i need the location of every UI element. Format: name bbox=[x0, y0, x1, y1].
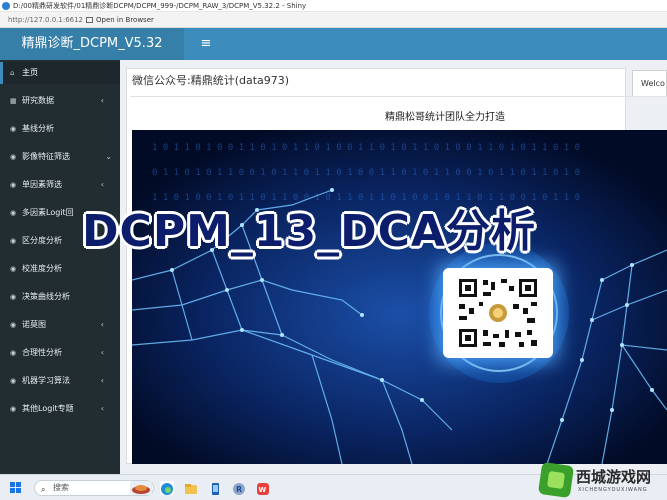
search-icon: ⌕ bbox=[41, 485, 46, 494]
window-titlebar: D:/00精鼎研发软件/01精鼎诊断DCPM/DCPM_999-/DCPM_RA… bbox=[0, 0, 667, 12]
weather-icon[interactable] bbox=[130, 481, 152, 495]
banner-title: DCPM_13_DCA分析 bbox=[82, 206, 536, 257]
windows-start-icon[interactable] bbox=[10, 482, 22, 494]
eye-icon: ◉ bbox=[10, 405, 17, 413]
sidebar-item-label: 单因素筛选 bbox=[22, 180, 62, 189]
eye-icon: ◉ bbox=[10, 349, 17, 357]
svg-text:1 0 1 1 0 1 0 0 1 1 0 1 0 1 1: 1 0 1 1 0 1 0 0 1 1 0 1 0 1 1 0 1 0 0 1 … bbox=[152, 143, 580, 153]
banner-background: 1 0 1 1 0 1 0 0 1 1 0 1 0 1 1 0 1 0 0 1 … bbox=[132, 130, 667, 464]
eye-icon: ◉ bbox=[10, 153, 17, 161]
watermark-logo: 西城游戏网 XICHENGYOUXIWANG bbox=[537, 461, 667, 500]
app-icon bbox=[2, 2, 10, 10]
chevron-left-icon: ‹ bbox=[100, 348, 104, 357]
watermark-text: 西城游戏网 bbox=[576, 468, 652, 486]
sidebar-item-baseline[interactable]: ◉ 基线分析 bbox=[0, 118, 120, 140]
file-explorer-icon[interactable] bbox=[184, 481, 198, 495]
banner-image: 1 0 1 1 0 1 0 0 1 1 0 1 0 1 1 0 1 0 0 1 … bbox=[132, 130, 667, 464]
sidebar-item-label: 区分度分析 bbox=[22, 236, 62, 245]
chevron-left-icon: ‹ bbox=[100, 404, 104, 413]
sidebar-item-research-data[interactable]: ▦ 研究数据 ‹ bbox=[0, 90, 120, 112]
url-label: http://127.0.0.1:6612 bbox=[8, 16, 84, 24]
chevron-down-icon: ⌄ bbox=[105, 152, 112, 161]
qr-code-icon bbox=[455, 276, 541, 350]
sidebar-item-label: 机器学习算法 bbox=[22, 376, 70, 385]
eye-icon: ◉ bbox=[10, 181, 17, 189]
open-external-icon bbox=[86, 17, 93, 23]
sidebar: ⌂ 主页 ▦ 研究数据 ‹ ◉ 基线分析 ◉ 影像特征筛选 ⌄ ◉ 单因素筛选 ‹ ◉ 多因素Lo… bbox=[0, 60, 120, 474]
eye-icon: ◉ bbox=[10, 265, 17, 273]
phone-link-icon[interactable] bbox=[208, 481, 222, 495]
watermark-subtext: XICHENGYOUXIWANG bbox=[578, 487, 648, 493]
r-app-icon[interactable]: R bbox=[232, 481, 246, 495]
svg-text:W: W bbox=[259, 486, 267, 494]
sidebar-item-calibration[interactable]: ◉ 校准度分析 bbox=[0, 258, 120, 280]
sidebar-item-label: 多因素Logit回 bbox=[22, 208, 74, 217]
eye-icon: ◉ bbox=[10, 125, 17, 133]
sidebar-item-nomogram[interactable]: ◉ 诺莫图 ‹ bbox=[0, 314, 120, 336]
app-header: 精鼎诊断_DCPM_V5.32 ≡ bbox=[0, 28, 667, 60]
chevron-left-icon: ‹ bbox=[100, 320, 104, 329]
edge-browser-icon[interactable] bbox=[160, 481, 174, 495]
open-in-browser-label: Open in Browser bbox=[96, 16, 154, 24]
sidebar-item-label: 研究数据 bbox=[22, 96, 54, 105]
sidebar-item-label: 校准度分析 bbox=[22, 264, 62, 273]
sidebar-item-home[interactable]: ⌂ 主页 bbox=[0, 62, 120, 84]
home-icon: ⌂ bbox=[10, 69, 15, 77]
watermark-icon bbox=[537, 461, 575, 499]
sidebar-item-label: 决策曲线分析 bbox=[22, 292, 70, 301]
svg-text:0 1 1 0 1 0 1 1 0 0 1 0 1 1 0: 0 1 1 0 1 0 1 1 0 0 1 0 1 1 0 1 1 0 1 0 … bbox=[152, 168, 580, 178]
sidebar-item-univariate[interactable]: ◉ 单因素筛选 ‹ bbox=[0, 174, 120, 196]
chevron-left-icon: ‹ bbox=[100, 96, 104, 105]
eye-icon: ◉ bbox=[10, 237, 17, 245]
qr-code-image bbox=[443, 268, 553, 358]
wps-office-icon[interactable]: W bbox=[256, 481, 270, 495]
sidebar-item-label: 诺莫图 bbox=[22, 320, 46, 329]
card-title: 微信公众号:精鼎统计(data973) bbox=[132, 74, 290, 87]
hamburger-icon[interactable]: ≡ bbox=[194, 28, 218, 60]
sidebar-item-label: 影像特征筛选 bbox=[22, 152, 70, 161]
viewer-toolbar: http://127.0.0.1:6612 Open in Browser bbox=[0, 12, 667, 28]
divider bbox=[130, 96, 667, 97]
sidebar-item-label: 基线分析 bbox=[22, 124, 54, 133]
eye-icon: ◉ bbox=[10, 209, 17, 217]
sidebar-item-dca[interactable]: ◉ 决策曲线分析 bbox=[0, 286, 120, 308]
window-title: D:/00精鼎研发软件/01精鼎诊断DCPM/DCPM_999-/DCPM_RA… bbox=[13, 2, 307, 10]
chevron-left-icon: ‹ bbox=[100, 180, 104, 189]
search-placeholder: 搜索 bbox=[53, 483, 69, 492]
card-subtitle: 精鼎松哥统计团队全力打造 bbox=[385, 112, 505, 123]
eye-icon: ◉ bbox=[10, 377, 17, 385]
eye-icon: ◉ bbox=[10, 293, 17, 301]
eye-icon: ◉ bbox=[10, 321, 17, 329]
sidebar-item-rationality[interactable]: ◉ 合理性分析 ‹ bbox=[0, 342, 120, 364]
table-icon: ▦ bbox=[10, 97, 17, 105]
open-in-browser-button[interactable]: Open in Browser bbox=[82, 14, 158, 26]
chevron-left-icon: ‹ bbox=[100, 376, 104, 385]
sidebar-item-feature-selection[interactable]: ◉ 影像特征筛选 ⌄ bbox=[0, 146, 120, 168]
svg-text:R: R bbox=[236, 485, 242, 494]
tab-welcome[interactable]: Welco bbox=[632, 70, 667, 96]
app-title[interactable]: 精鼎诊断_DCPM_V5.32 bbox=[0, 28, 184, 60]
sidebar-item-machine-learning[interactable]: ◉ 机器学习算法 ‹ bbox=[0, 370, 120, 392]
sidebar-item-label: 合理性分析 bbox=[22, 348, 62, 357]
sidebar-item-label: 其他Logit专题 bbox=[22, 404, 74, 413]
sidebar-item-label: 主页 bbox=[22, 68, 38, 77]
sidebar-item-other-logit[interactable]: ◉ 其他Logit专题 ‹ bbox=[0, 398, 120, 420]
